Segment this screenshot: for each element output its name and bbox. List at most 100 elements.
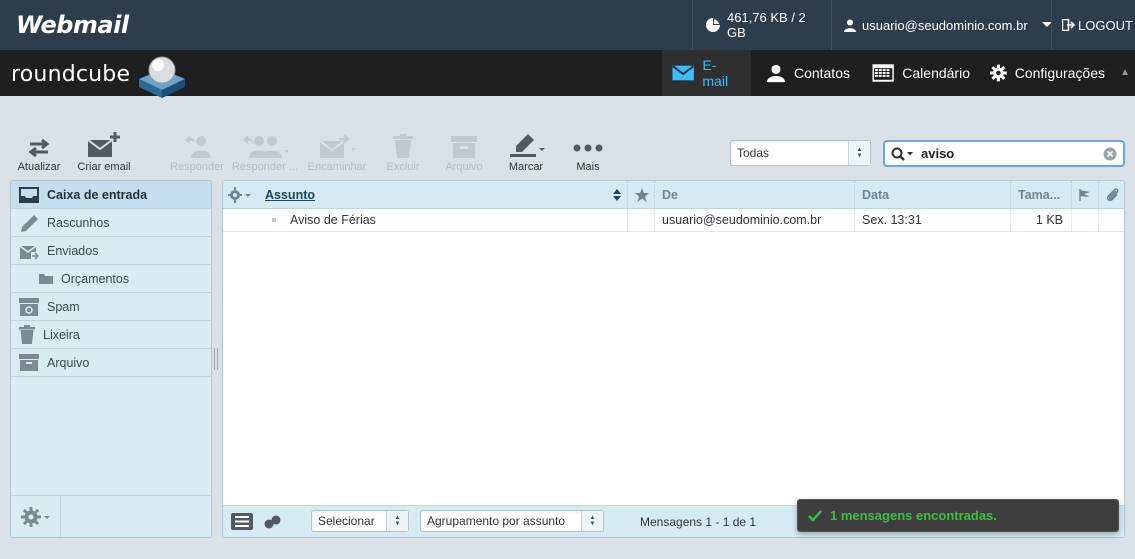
delete-button[interactable]: Excluir	[380, 128, 426, 173]
quota-indicator: 461,76 KB / 2 GB	[692, 0, 832, 50]
reply-button[interactable]: Responder	[168, 128, 226, 173]
search-scope-select[interactable]: Todas ▲ ▼	[730, 140, 871, 166]
quota-text: 461,76 KB / 2 GB	[727, 10, 806, 40]
flag-icon	[1079, 189, 1090, 201]
archive-icon	[451, 136, 477, 158]
list-view-toggle[interactable]	[231, 513, 253, 530]
spam-icon	[19, 297, 39, 316]
message-flag-status[interactable]	[1071, 209, 1098, 231]
calendar-icon	[872, 64, 894, 82]
user-email: usuario@seudominio.com.br	[862, 17, 1028, 33]
table-row[interactable]: Aviso de Férias usuario@seudominio.com.b…	[223, 209, 1124, 232]
sent-icon	[19, 244, 39, 260]
list-icon	[235, 516, 249, 527]
unread-dot-icon	[272, 218, 276, 222]
folder-drafts-label: Rascunhos	[47, 215, 110, 230]
collapse-header-icon[interactable]: ▲	[1120, 67, 1130, 78]
panel-splitter[interactable]	[214, 348, 218, 370]
trash-icon	[393, 134, 413, 158]
compose-button[interactable]: Criar email	[72, 128, 136, 173]
tab-email[interactable]: E-mail	[662, 50, 751, 96]
folder-icon	[39, 274, 53, 284]
compose-label: Criar email	[77, 161, 131, 173]
folder-drafts[interactable]: Rascunhos	[11, 209, 211, 237]
folder-archive[interactable]: Arquivo	[11, 349, 211, 377]
forward-label: Encaminhar	[307, 161, 367, 173]
roundcube-logo-icon	[139, 56, 185, 98]
folder-trash[interactable]: Lixeira	[11, 321, 211, 349]
folder-list-footer	[11, 495, 211, 537]
message-subject: Aviso de Férias	[258, 209, 627, 231]
trash-icon	[19, 325, 35, 344]
paperclip-icon	[1106, 188, 1119, 202]
delete-label: Excluir	[386, 161, 420, 173]
threads-icon[interactable]	[264, 515, 282, 529]
folder-sent[interactable]: Enviados	[11, 237, 211, 265]
select-arrows-icon: ▲ ▼	[848, 141, 870, 165]
pie-chart-icon	[706, 18, 720, 32]
message-subject-text: Aviso de Férias	[290, 213, 376, 227]
select-arrows-icon: ▲ ▼	[386, 511, 408, 531]
column-flag[interactable]	[1071, 181, 1098, 209]
folder-archive-label: Arquivo	[47, 355, 90, 370]
column-flagged[interactable]	[627, 181, 654, 209]
column-from-label: De	[662, 188, 678, 202]
column-size[interactable]: Tama...	[1010, 181, 1071, 209]
search-input[interactable]: aviso	[883, 140, 1125, 167]
refresh-button[interactable]: Atualizar	[14, 128, 64, 173]
column-date[interactable]: Data	[854, 181, 1010, 209]
column-date-label: Data	[862, 188, 890, 202]
user-icon	[844, 19, 856, 32]
message-date: Sex. 13:31	[854, 209, 1010, 231]
column-subject[interactable]: Assunto	[258, 181, 627, 209]
search-icon[interactable]	[891, 147, 915, 161]
list-options-button[interactable]	[223, 181, 258, 209]
gear-icon	[228, 187, 251, 203]
reply-all-icon	[243, 135, 289, 158]
folder-orcamentos-label: Orçamentos	[61, 271, 130, 286]
message-flag-cell[interactable]	[627, 209, 654, 231]
archive-button[interactable]: Arquivo	[440, 128, 488, 173]
search-scope-value: Todas	[737, 146, 770, 160]
select-arrows-icon: ▲ ▼	[581, 511, 603, 531]
forward-button[interactable]: Encaminhar	[306, 128, 368, 173]
gear-icon	[20, 506, 50, 527]
user-menu[interactable]: usuario@seudominio.com.br	[831, 0, 1052, 50]
more-label: Mais	[576, 161, 600, 173]
gear-icon	[990, 64, 1007, 82]
select-menu[interactable]: Selecionar ▲ ▼	[311, 510, 409, 532]
reply-label: Responder	[170, 161, 224, 173]
logout-button[interactable]: LOGOUT	[1051, 0, 1135, 50]
mark-label: Marcar	[508, 161, 544, 173]
sort-icon	[613, 189, 621, 201]
folder-actions-button[interactable]	[11, 496, 61, 537]
notification-text: 1 mensagens encontradas.	[830, 508, 997, 523]
tab-calendar[interactable]: Calendário	[862, 50, 980, 96]
message-from: usuario@seudominio.com.br	[654, 209, 854, 231]
column-from[interactable]: De	[654, 181, 854, 209]
column-subject-label: Assunto	[265, 188, 315, 202]
message-count: Mensagens 1 - 1 de 1	[640, 515, 757, 529]
mark-button[interactable]: Marcar	[500, 128, 552, 173]
tab-settings[interactable]: Configurações	[980, 50, 1115, 96]
person-icon	[766, 64, 786, 83]
envelope-icon	[672, 65, 695, 81]
reply-all-button[interactable]: Responder ...	[230, 128, 300, 173]
archive-icon	[19, 354, 39, 371]
mail-toolbar: Atualizar Criar email Responder Responde…	[0, 128, 640, 176]
tab-contacts[interactable]: Contatos	[756, 50, 860, 96]
folder-trash-label: Lixeira	[43, 327, 80, 342]
clear-search-icon[interactable]	[1103, 147, 1117, 161]
folder-inbox[interactable]: Caixa de entrada	[11, 181, 211, 209]
tab-contacts-label: Contatos	[793, 65, 850, 81]
column-attachment[interactable]	[1098, 181, 1124, 209]
folder-spam[interactable]: Spam	[11, 293, 211, 321]
star-icon	[635, 188, 649, 202]
threading-select[interactable]: Agrupamento por assunto ▲ ▼	[420, 510, 604, 532]
folder-inbox-label: Caixa de entrada	[47, 187, 148, 202]
more-button[interactable]: Mais	[566, 128, 610, 173]
logout-icon	[1062, 19, 1075, 31]
refresh-label: Atualizar	[17, 161, 61, 173]
folder-orcamentos[interactable]: Orçamentos	[11, 265, 211, 293]
notification-toast[interactable]: 1 mensagens encontradas.	[797, 499, 1119, 532]
